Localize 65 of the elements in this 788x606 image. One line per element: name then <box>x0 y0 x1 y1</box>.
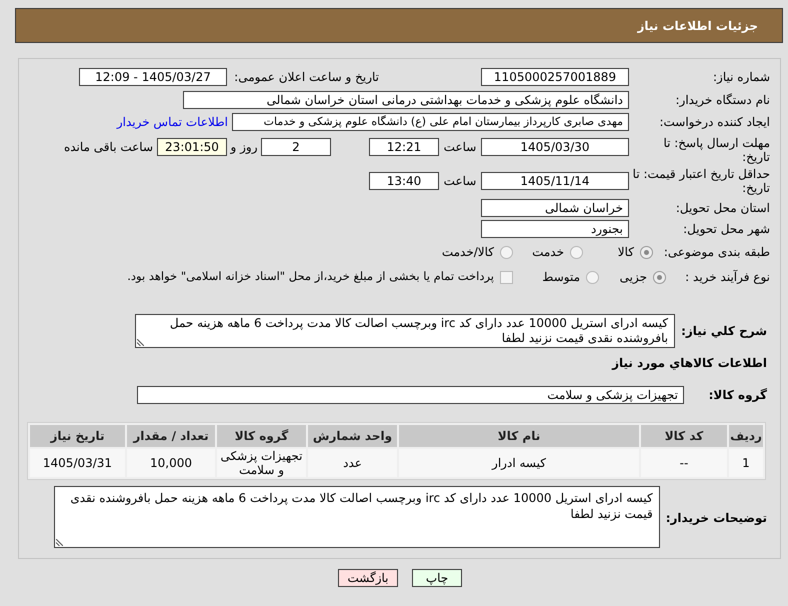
table-cell: 1 <box>729 449 763 477</box>
field-label: ساعت <box>442 139 478 156</box>
field-label: نوع فرآیند خرید : <box>684 269 770 286</box>
field-label: روز و <box>229 139 258 156</box>
field-label: تاریخ و ساعت اعلان عمومی: <box>233 69 379 86</box>
buyer-notes-textarea[interactable]: کیسه ادرای استریل 10000 عدد دارای کد irc وبرچسب اصالت کالا مدت پرداخت 6 ماهه هزینه حمل بافروشنده نقدی قیمت نزنید لطفا <box>54 486 660 548</box>
column-header: تاریخ نیاز <box>30 425 125 447</box>
goods-group-field[interactable]: تجهیزات پزشکی و سلامت <box>137 386 684 404</box>
resize-grip-icon[interactable] <box>56 539 63 546</box>
field-label: ساعت <box>442 173 478 190</box>
table-cell: عدد <box>308 449 397 477</box>
column-header: کد کالا <box>641 425 727 447</box>
deadline-date-field[interactable]: 1405/03/30 <box>481 138 629 156</box>
table-cell: تجهیزات پزشکی و سلامت <box>217 449 306 477</box>
column-header: گروه کالا <box>217 425 306 447</box>
radio-button[interactable] <box>586 270 599 284</box>
deadline-time-field[interactable]: 12:21 <box>369 138 439 156</box>
field-label: شهر محل تحویل: <box>682 221 770 238</box>
radio-label: جزیی <box>620 269 647 286</box>
validity-date-field[interactable]: 1405/11/14 <box>481 172 629 190</box>
remaining-time-field[interactable]: 23:01:50 <box>157 138 227 156</box>
table-cell: -- <box>641 449 727 477</box>
column-header: ردیف <box>729 425 763 447</box>
field-label: حداقل تاریخ اعتبار قیمت: تا تاریخ: <box>632 167 770 195</box>
province-field[interactable]: خراسان شمالی <box>481 199 629 217</box>
table-cell: کیسه ادرار <box>399 449 639 477</box>
field-label: شماره نیاز: <box>712 69 770 86</box>
buyer-contact-link[interactable]: اطلاعات تماس خریدار <box>116 113 228 131</box>
radio-button[interactable] <box>570 246 583 258</box>
validity-time-field[interactable]: 13:40 <box>369 172 439 190</box>
field-label: گروه کالا: <box>708 387 768 404</box>
table-cell: 1405/03/31 <box>30 449 125 477</box>
resize-grip-icon[interactable] <box>137 339 144 346</box>
days-field[interactable]: 2 <box>261 138 331 156</box>
field-label: توضیحات خریدار: <box>664 510 768 527</box>
radio-button[interactable] <box>653 270 666 284</box>
need-number-field[interactable]: 1105000257001889 <box>481 68 629 86</box>
radio-label: خدمت <box>532 244 564 261</box>
radio-label: کالا/خدمت <box>442 244 494 261</box>
radio-label: متوسط <box>542 269 580 286</box>
section-title: اطلاعات کالاهاي مورد نیاز <box>612 354 767 372</box>
field-label: نام دستگاه خریدار: <box>674 92 770 109</box>
radio-button[interactable] <box>500 246 513 258</box>
radio-button[interactable] <box>640 246 653 258</box>
field-label: ایجاد کننده درخواست: <box>658 114 770 131</box>
field-label: طبقه بندی موضوعی: <box>662 244 770 261</box>
announcement-date-field[interactable]: 1405/03/27 - 12:09 <box>79 68 227 86</box>
field-label: استان محل تحویل: <box>674 200 770 217</box>
buyer-org-field[interactable]: دانشگاه علوم پزشکی و خدمات بهداشتی درمانی استان خراسان شمالی <box>183 91 629 109</box>
radio-label: کالا <box>618 244 634 261</box>
checkbox-label: پرداخت تمام یا بخشی از مبلغ خرید،از محل "اسناد خزانه اسلامی" خواهد بود. <box>127 268 494 286</box>
city-field[interactable]: بجنورد <box>481 220 629 238</box>
back-button[interactable]: بازگشت <box>338 569 398 587</box>
page-title: جزئیات اطلاعات نیاز <box>637 18 758 34</box>
field-label: مهلت ارسال پاسخ: تا تاریخ: <box>662 136 770 164</box>
print-button[interactable]: چاپ <box>412 569 462 587</box>
field-label: شرح کلي نیاز: <box>680 323 768 340</box>
checkbox[interactable] <box>500 270 513 284</box>
column-header: نام کالا <box>399 425 639 447</box>
requester-field[interactable]: مهدی صابری کارپرداز بیمارستان امام علی (ع) دانشگاه علوم پزشکی و خدمات <box>232 113 629 131</box>
column-header: واحد شمارش <box>308 425 397 447</box>
description-textarea[interactable]: کیسه ادرای استریل 10000 عدد دارای کد irc وبرچسب اصالت کالا مدت پرداخت 6 ماهه هزینه حمل بافروشنده نقدی قیمت نزنید لطفا <box>135 314 676 348</box>
table-cell: 10,000 <box>127 449 215 477</box>
column-header: تعداد / مقدار <box>127 425 215 447</box>
field-label: ساعت باقی مانده <box>64 139 153 156</box>
